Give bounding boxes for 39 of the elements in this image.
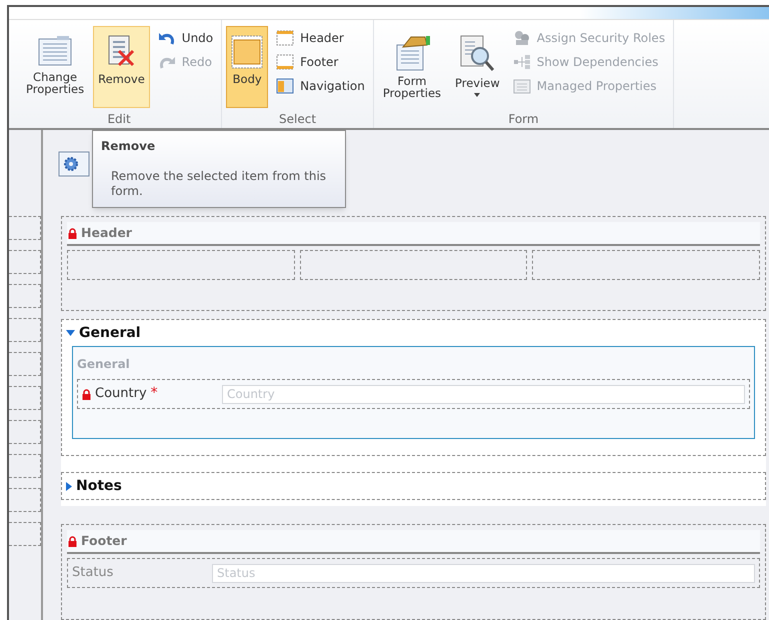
tab-header[interactable]: Notes [62, 473, 126, 499]
input-field[interactable]: Status [212, 564, 755, 582]
tooltip-title: Remove [101, 138, 156, 155]
ribbon-button[interactable]: Change Properties [21, 26, 90, 108]
field-label: Status [72, 564, 114, 582]
footer-layout-icon [276, 54, 294, 70]
ribbon-button[interactable]: Navigation [272, 74, 369, 98]
lock-icon [82, 388, 91, 400]
undo-icon [158, 30, 176, 46]
section-title: General [77, 356, 131, 373]
lock-icon [68, 228, 77, 238]
dependency-icon [512, 54, 531, 70]
ribbon-button[interactable]: Undo [154, 26, 218, 50]
tab-header[interactable]: General [62, 320, 145, 346]
group-label: Form [507, 111, 540, 128]
properties-sheet-icon [512, 78, 531, 94]
tooltip-text: Remove the selected item from this form. [111, 169, 328, 199]
ribbon-button[interactable]: Preview [450, 26, 505, 108]
body-layout-icon [231, 35, 264, 69]
section-title: Footer [81, 532, 127, 550]
collapsed-icon [66, 482, 72, 490]
required-mark: * [150, 388, 158, 398]
ribbon-button[interactable]: Footer [272, 50, 369, 74]
group-label: Edit [106, 111, 132, 128]
expanded-icon [66, 330, 75, 336]
magnifier-document-icon [459, 35, 496, 73]
section-title: Header [81, 224, 132, 242]
field-label: Country [95, 385, 147, 404]
ribbon-button[interactable]: Header [272, 26, 369, 50]
header-layout-icon [276, 30, 294, 46]
ribbon-button[interactable]: Remove [93, 26, 150, 108]
lock-icon [68, 536, 77, 546]
document-icon [37, 35, 74, 67]
people-icon [512, 30, 531, 46]
ribbon-button[interactable]: Body [226, 26, 268, 108]
ribbon-button[interactable]: Form Properties [378, 26, 446, 108]
input-field[interactable]: Country [222, 384, 745, 404]
navigation-layout-icon [276, 78, 294, 94]
group-label: Select [278, 111, 318, 128]
